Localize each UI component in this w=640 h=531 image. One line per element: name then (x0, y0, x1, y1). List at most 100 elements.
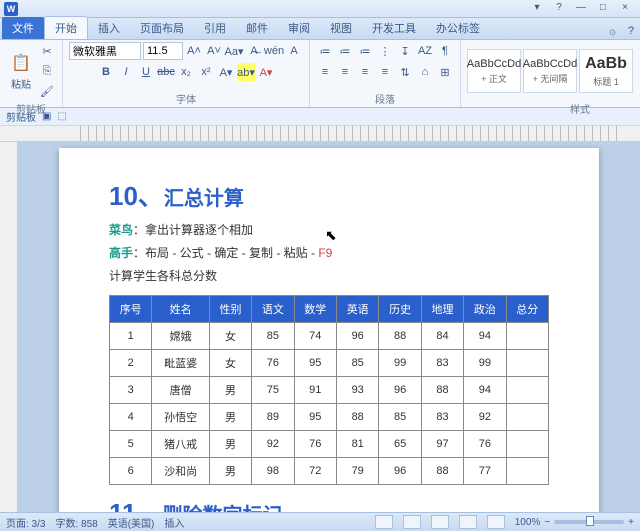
strike-button[interactable]: abc (157, 63, 175, 81)
style-normal[interactable]: AaBbCcDd+ 正文 (467, 49, 521, 93)
view-web[interactable] (431, 515, 449, 529)
table-header: 姓名 (152, 295, 209, 322)
table-cell: 89 (252, 403, 294, 430)
bullets-button[interactable]: ≔ (316, 42, 334, 60)
format-painter-button[interactable]: 🖌 (38, 82, 56, 100)
tab-view[interactable]: 视图 (320, 17, 362, 39)
shrink-font-button[interactable]: A˅ (205, 42, 223, 60)
decrease-indent-button[interactable]: ⋮ (376, 42, 394, 60)
status-page[interactable]: 页面: 3/3 (6, 515, 45, 530)
zoom-slider[interactable] (554, 520, 624, 524)
table-cell: 96 (379, 376, 421, 403)
view-outline[interactable] (459, 515, 477, 529)
align-center-button[interactable]: ≡ (336, 63, 354, 81)
font-name-select[interactable] (69, 42, 141, 60)
tab-developer[interactable]: 开发工具 (362, 17, 426, 39)
document-area[interactable]: 10、汇总计算 菜鸟：拿出计算器逐个相加 高手：布局 - 公式 - 确定 - 复… (0, 142, 640, 512)
show-marks-button[interactable]: ¶ (436, 42, 454, 60)
style-heading1[interactable]: AaBb标题 1 (579, 49, 633, 93)
view-fullscreen[interactable] (403, 515, 421, 529)
status-mode[interactable]: 插入 (164, 515, 184, 530)
table-cell: 74 (294, 322, 336, 349)
table-cell: 85 (252, 322, 294, 349)
ribbon-min-icon[interactable]: ۞ (603, 22, 621, 39)
underline-button[interactable]: U (137, 63, 155, 81)
tab-insert[interactable]: 插入 (88, 17, 130, 39)
grow-font-button[interactable]: A˄ (185, 42, 203, 60)
align-right-button[interactable]: ≡ (356, 63, 374, 81)
paste-button[interactable]: 📋 粘贴 (6, 50, 36, 93)
tab-references[interactable]: 引用 (194, 17, 236, 39)
tab-layout[interactable]: 页面布局 (130, 17, 194, 39)
tab-review[interactable]: 审阅 (278, 17, 320, 39)
phonetic-button[interactable]: wén (265, 42, 283, 60)
text-effects-button[interactable]: A▾ (217, 63, 235, 81)
tab-mailings[interactable]: 邮件 (236, 17, 278, 39)
heading-11: 11、删除数字标记 (109, 493, 549, 512)
font-size-select[interactable] (143, 42, 183, 60)
table-cell: 96 (379, 457, 421, 484)
zoom-level[interactable]: 100% (515, 517, 541, 528)
window-close-button[interactable]: × (614, 2, 636, 16)
align-left-button[interactable]: ≡ (316, 63, 334, 81)
status-words[interactable]: 字数: 858 (55, 515, 97, 530)
table-header: 英语 (337, 295, 379, 322)
table-cell: 沙和尚 (152, 457, 209, 484)
char-border-button[interactable]: A (285, 42, 303, 60)
tab-file[interactable]: 文件 (2, 17, 44, 39)
table-cell: 女 (209, 322, 251, 349)
status-language[interactable]: 英语(美国) (108, 515, 155, 530)
bold-button[interactable]: B (97, 63, 115, 81)
qat-btn2[interactable]: ⬚ (57, 111, 66, 122)
body-text: 计算学生各科总分数 (109, 267, 549, 286)
change-case-button[interactable]: Aa▾ (225, 42, 243, 60)
copy-button[interactable]: ⎘ (38, 62, 56, 80)
vertical-ruler[interactable] (0, 142, 18, 512)
ribbon-help-icon[interactable]: ? (622, 23, 640, 39)
zoom-out-button[interactable]: − (544, 517, 550, 528)
zoom-in-button[interactable]: + (628, 517, 634, 528)
qat-clipboard[interactable]: 剪贴板 (6, 109, 36, 124)
numbering-button[interactable]: ≔ (336, 42, 354, 60)
subscript-button[interactable]: x₂ (177, 63, 195, 81)
line-spacing-button[interactable]: ⇅ (396, 63, 414, 81)
increase-indent-button[interactable]: ↧ (396, 42, 414, 60)
window-maximize-button[interactable]: □ (592, 2, 614, 16)
table-cell (506, 457, 548, 484)
view-print-layout[interactable] (375, 515, 393, 529)
justify-button[interactable]: ≡ (376, 63, 394, 81)
table-header: 性别 (209, 295, 251, 322)
clear-format-button[interactable]: A̶ (245, 42, 263, 60)
shading-button[interactable]: ⌂ (416, 63, 434, 81)
italic-button[interactable]: I (117, 63, 135, 81)
table-cell: 79 (337, 457, 379, 484)
tab-home[interactable]: 开始 (44, 16, 88, 39)
help-icon[interactable]: ? (548, 2, 570, 16)
borders-button[interactable]: ⊞ (436, 63, 454, 81)
table-row: 5猪八戒男927681659776 (110, 430, 549, 457)
table-cell: 猪八戒 (152, 430, 209, 457)
view-draft[interactable] (487, 515, 505, 529)
cut-button[interactable]: ✂ (38, 42, 56, 60)
table-cell: 96 (337, 322, 379, 349)
style-gallery[interactable]: AaBbCcDd+ 正文 AaBbCcDd+ 无间隔 AaBb标题 1 (467, 49, 633, 93)
table-header: 语文 (252, 295, 294, 322)
ribbon-dropdown[interactable]: ▾ (526, 2, 548, 16)
font-color-button[interactable]: A▾ (257, 63, 275, 81)
group-styles: AaBbCcDd+ 正文 AaBbCcDd+ 无间隔 AaBb标题 1 ▴ ▾ … (461, 40, 640, 107)
table-cell: 99 (464, 349, 506, 376)
table-cell: 98 (252, 457, 294, 484)
sort-button[interactable]: AZ (416, 42, 434, 60)
superscript-button[interactable]: x² (197, 63, 215, 81)
highlight-button[interactable]: ab▾ (237, 63, 255, 81)
horizontal-ruler[interactable] (0, 126, 640, 142)
table-cell: 65 (379, 430, 421, 457)
table-cell: 97 (421, 430, 463, 457)
tab-office[interactable]: 办公标签 (426, 17, 490, 39)
table-cell: 88 (421, 457, 463, 484)
table-cell: 4 (110, 403, 152, 430)
multilevel-button[interactable]: ≔ (356, 42, 374, 60)
qat-btn1[interactable]: ▣ (42, 111, 51, 122)
style-nospacing[interactable]: AaBbCcDd+ 无间隔 (523, 49, 577, 93)
window-minimize-button[interactable]: — (570, 2, 592, 16)
